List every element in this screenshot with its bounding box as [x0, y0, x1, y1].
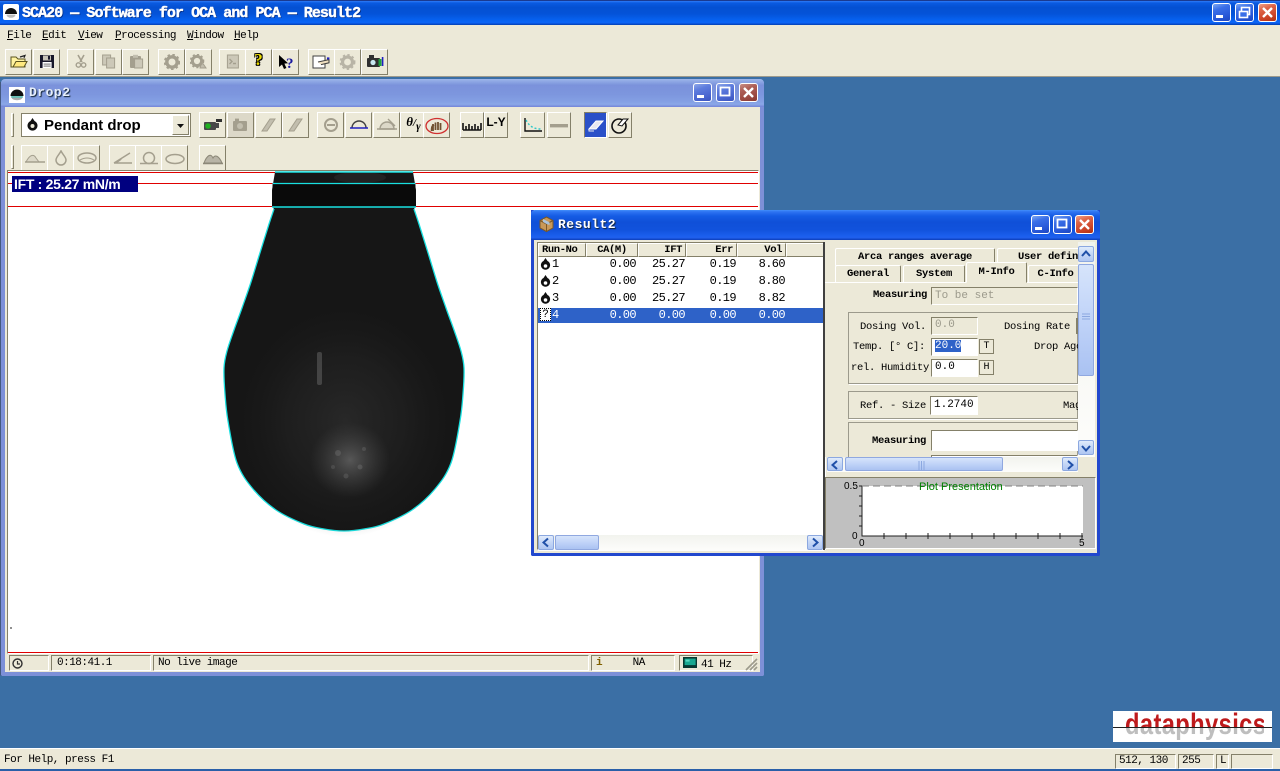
svg-text:?: ? [286, 56, 294, 71]
